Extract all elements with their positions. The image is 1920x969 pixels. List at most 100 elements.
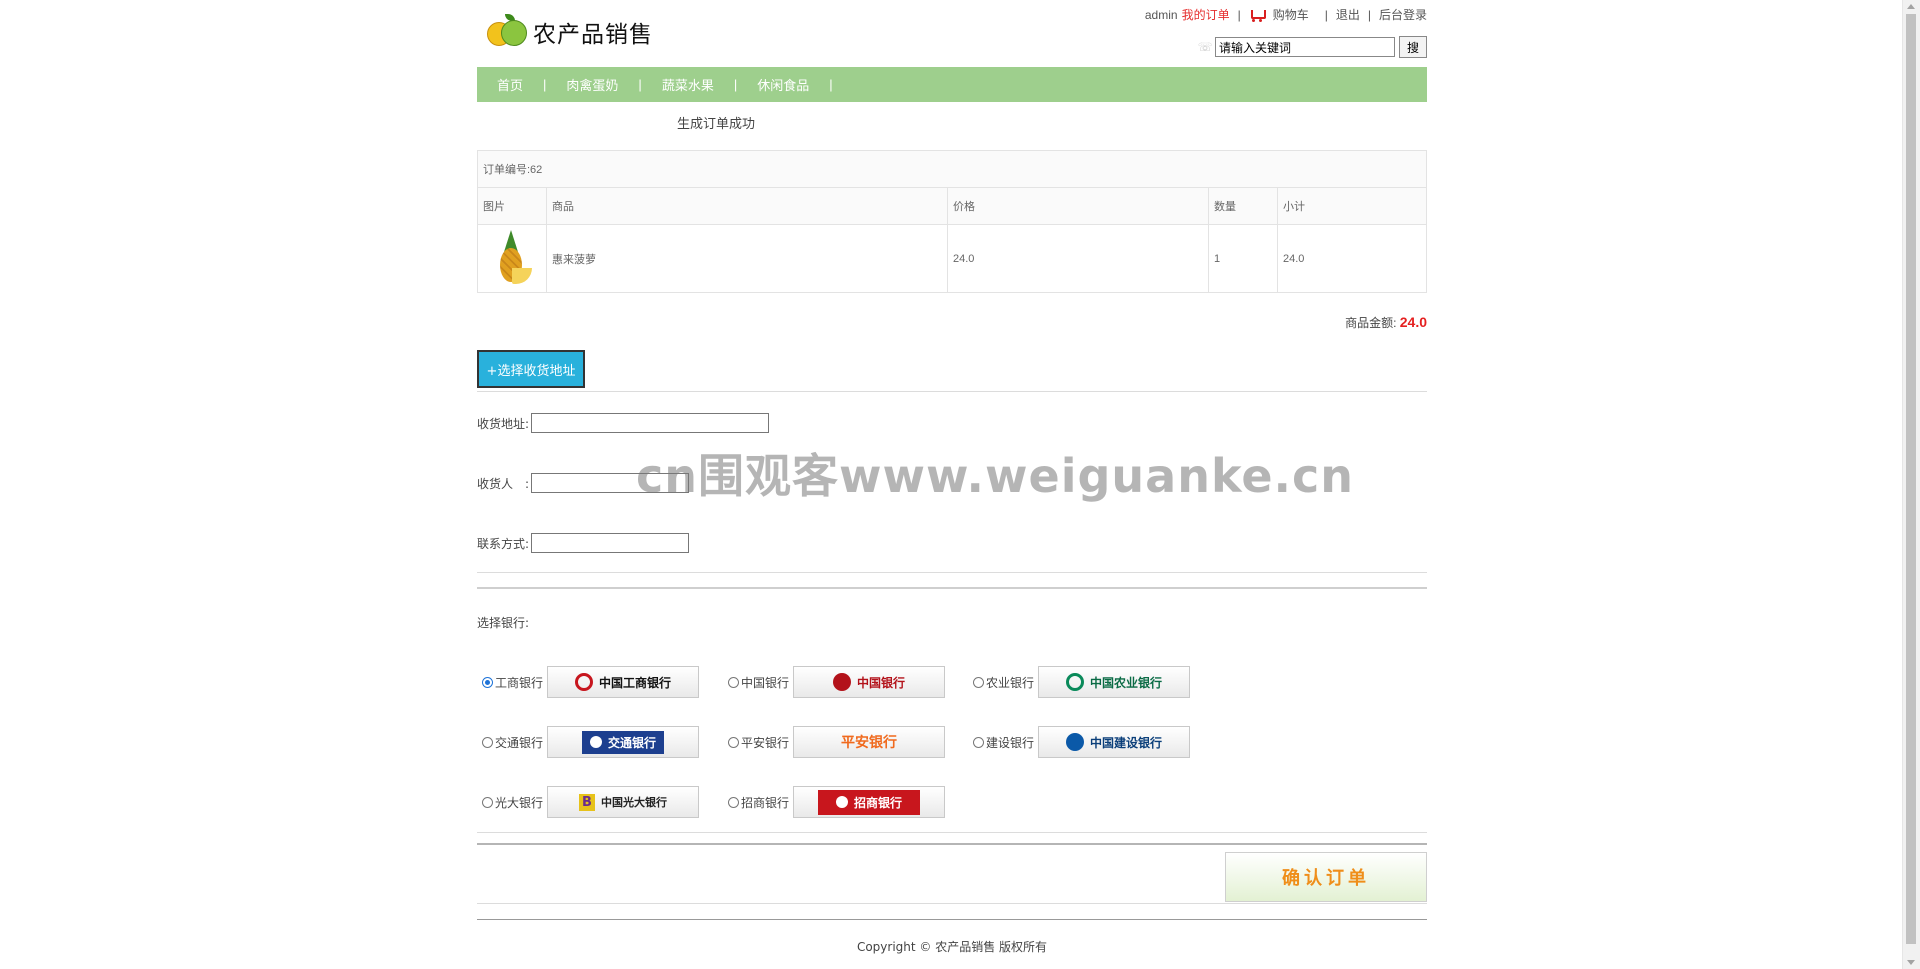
nav-item-vegetables-fruits[interactable]: 蔬菜水果	[642, 75, 734, 94]
product-quantity: 1	[1208, 224, 1278, 293]
bank-radio[interactable]	[973, 736, 984, 748]
cmb-logo[interactable]: 招商银行	[793, 786, 946, 818]
bank-option-cmb[interactable]: 招商银行 招商银行	[728, 786, 946, 818]
cart-icon[interactable]	[1249, 8, 1266, 22]
bank-option-ceb[interactable]: 光大银行 B 中国光大银行	[482, 786, 700, 818]
ccb-logo[interactable]: 中国建设银行	[1038, 726, 1191, 758]
bocom-logo-icon	[590, 736, 602, 748]
icbc-logo[interactable]: 中国工商银行	[547, 666, 700, 698]
order-number: 订单编号:62	[477, 150, 1427, 188]
product-name[interactable]: 惠来菠萝	[546, 224, 948, 293]
logout-link[interactable]: 退出	[1336, 6, 1360, 23]
total-amount: 24.0	[1399, 314, 1427, 330]
confirm-order-button[interactable]: 确认订单	[1225, 852, 1427, 902]
order-number-row: 订单编号:62	[477, 150, 1427, 188]
nav-item-snacks[interactable]: 休闲食品	[737, 75, 829, 94]
page-scrollbar[interactable]	[1902, 0, 1920, 969]
nav-separator: |	[829, 77, 833, 92]
bank-option-abc[interactable]: 农业银行 中国农业银行	[973, 666, 1191, 698]
abc-logo[interactable]: 中国农业银行	[1038, 666, 1191, 698]
bank-label: 平安银行	[741, 735, 790, 750]
column-header-product: 商品	[546, 187, 948, 225]
search-bar: ☏ 搜	[1195, 36, 1427, 58]
bank-option-bocom[interactable]: 交通银行 交通银行	[482, 726, 700, 758]
bank-option-icbc[interactable]: 工商银行 中国工商银行	[482, 666, 700, 698]
boc-logo-text: 中国银行	[857, 675, 906, 690]
search-input[interactable]	[1215, 37, 1395, 57]
order-success-message: 生成订单成功	[677, 117, 756, 132]
product-subtotal: 24.0	[1277, 224, 1427, 293]
ceb-logo[interactable]: B 中国光大银行	[547, 786, 700, 818]
bank-label: 交通银行	[495, 735, 544, 750]
bank-radio[interactable]	[482, 676, 493, 688]
phone-icon: ☏	[1197, 40, 1213, 54]
my-orders-link[interactable]: 我的订单	[1182, 6, 1230, 23]
ccb-logo-text: 中国建设银行	[1090, 735, 1163, 750]
bocom-logo-text: 交通银行	[608, 735, 657, 750]
divider	[477, 919, 1427, 920]
bank-label: 农业银行	[986, 675, 1035, 690]
scroll-down-arrow-icon[interactable]	[1907, 960, 1915, 965]
receiver-label: 收货人 :	[477, 476, 530, 491]
cart-link[interactable]: 购物车	[1273, 6, 1309, 23]
search-button[interactable]: 搜	[1399, 36, 1427, 58]
site-logo[interactable]: 农产品销售	[485, 12, 653, 52]
column-header-subtotal: 小计	[1277, 187, 1427, 225]
receiver-input[interactable]	[531, 473, 690, 493]
order-total: 商品金额: 24.0	[1345, 314, 1427, 331]
address-input[interactable]	[531, 413, 770, 433]
table-header-row: 图片 商品 价格 数量 小计	[477, 187, 1427, 225]
bank-radio[interactable]	[973, 676, 984, 688]
site-title: 农产品销售	[533, 22, 653, 48]
admin-login-link[interactable]: 后台登录	[1379, 6, 1427, 23]
bank-label: 工商银行	[495, 675, 544, 690]
nav-item-meat-eggs-dairy[interactable]: 肉禽蛋奶	[546, 75, 638, 94]
divider	[477, 391, 1427, 392]
column-header-image: 图片	[477, 187, 547, 225]
pineapple-image[interactable]	[490, 229, 534, 288]
phone-label: 联系方式:	[477, 536, 530, 551]
product-image-cell	[477, 224, 547, 293]
watermark: cn围观客www.weiguanke.cn	[636, 449, 1355, 503]
abc-logo-icon	[1066, 673, 1084, 691]
divider	[477, 572, 1427, 573]
product-price: 24.0	[947, 224, 1209, 293]
receiver-field-row: 收货人 :	[477, 473, 690, 493]
bank-radio[interactable]	[728, 736, 739, 748]
bank-radio[interactable]	[728, 796, 739, 808]
table-row: 惠来菠萝 24.0 1 24.0	[477, 224, 1427, 293]
boc-logo[interactable]: 中国银行	[793, 666, 946, 698]
bank-option-ccb[interactable]: 建设银行 中国建设银行	[973, 726, 1191, 758]
order-table: 订单编号:62 图片 商品 价格 数量 小计 惠来菠萝 24.0 1 24.0	[477, 150, 1427, 293]
bank-option-pingan[interactable]: 平安银行 平安银行	[728, 726, 946, 758]
cmb-logo-icon	[836, 796, 848, 808]
scrollbar-thumb[interactable]	[1906, 14, 1916, 944]
column-header-quantity: 数量	[1208, 187, 1278, 225]
phone-input[interactable]	[531, 533, 690, 553]
choose-bank-label: 选择银行:	[477, 616, 530, 630]
nav-item-home[interactable]: 首页	[477, 75, 543, 94]
pingan-logo-text: 平安银行	[841, 735, 898, 751]
column-header-price: 价格	[947, 187, 1209, 225]
bank-option-boc[interactable]: 中国银行 中国银行	[728, 666, 946, 698]
bank-radio[interactable]	[728, 676, 739, 688]
bocom-logo[interactable]: 交通银行	[547, 726, 700, 758]
fruit-logo-icon	[485, 12, 529, 52]
divider	[477, 843, 1427, 845]
separator: |	[1367, 7, 1371, 22]
divider	[477, 832, 1427, 833]
top-links: admin 我的订单 | 购物车 | 退出 | 后台登录	[1145, 6, 1427, 23]
bank-radio[interactable]	[482, 796, 493, 808]
pingan-logo[interactable]: 平安银行	[793, 726, 946, 758]
ceb-logo-icon: B	[579, 793, 595, 811]
address-label: 收货地址:	[477, 416, 530, 431]
boc-logo-icon	[833, 673, 851, 691]
bank-label: 建设银行	[986, 735, 1035, 750]
bank-label: 招商银行	[741, 795, 790, 810]
phone-field-row: 联系方式:	[477, 533, 690, 553]
scroll-up-arrow-icon[interactable]	[1907, 4, 1915, 9]
choose-address-button[interactable]: +选择收货地址	[477, 350, 585, 388]
divider	[477, 587, 1427, 589]
footer-copyright: Copyright © 农产品销售 版权所有	[856, 940, 1048, 954]
bank-radio[interactable]	[482, 736, 493, 748]
